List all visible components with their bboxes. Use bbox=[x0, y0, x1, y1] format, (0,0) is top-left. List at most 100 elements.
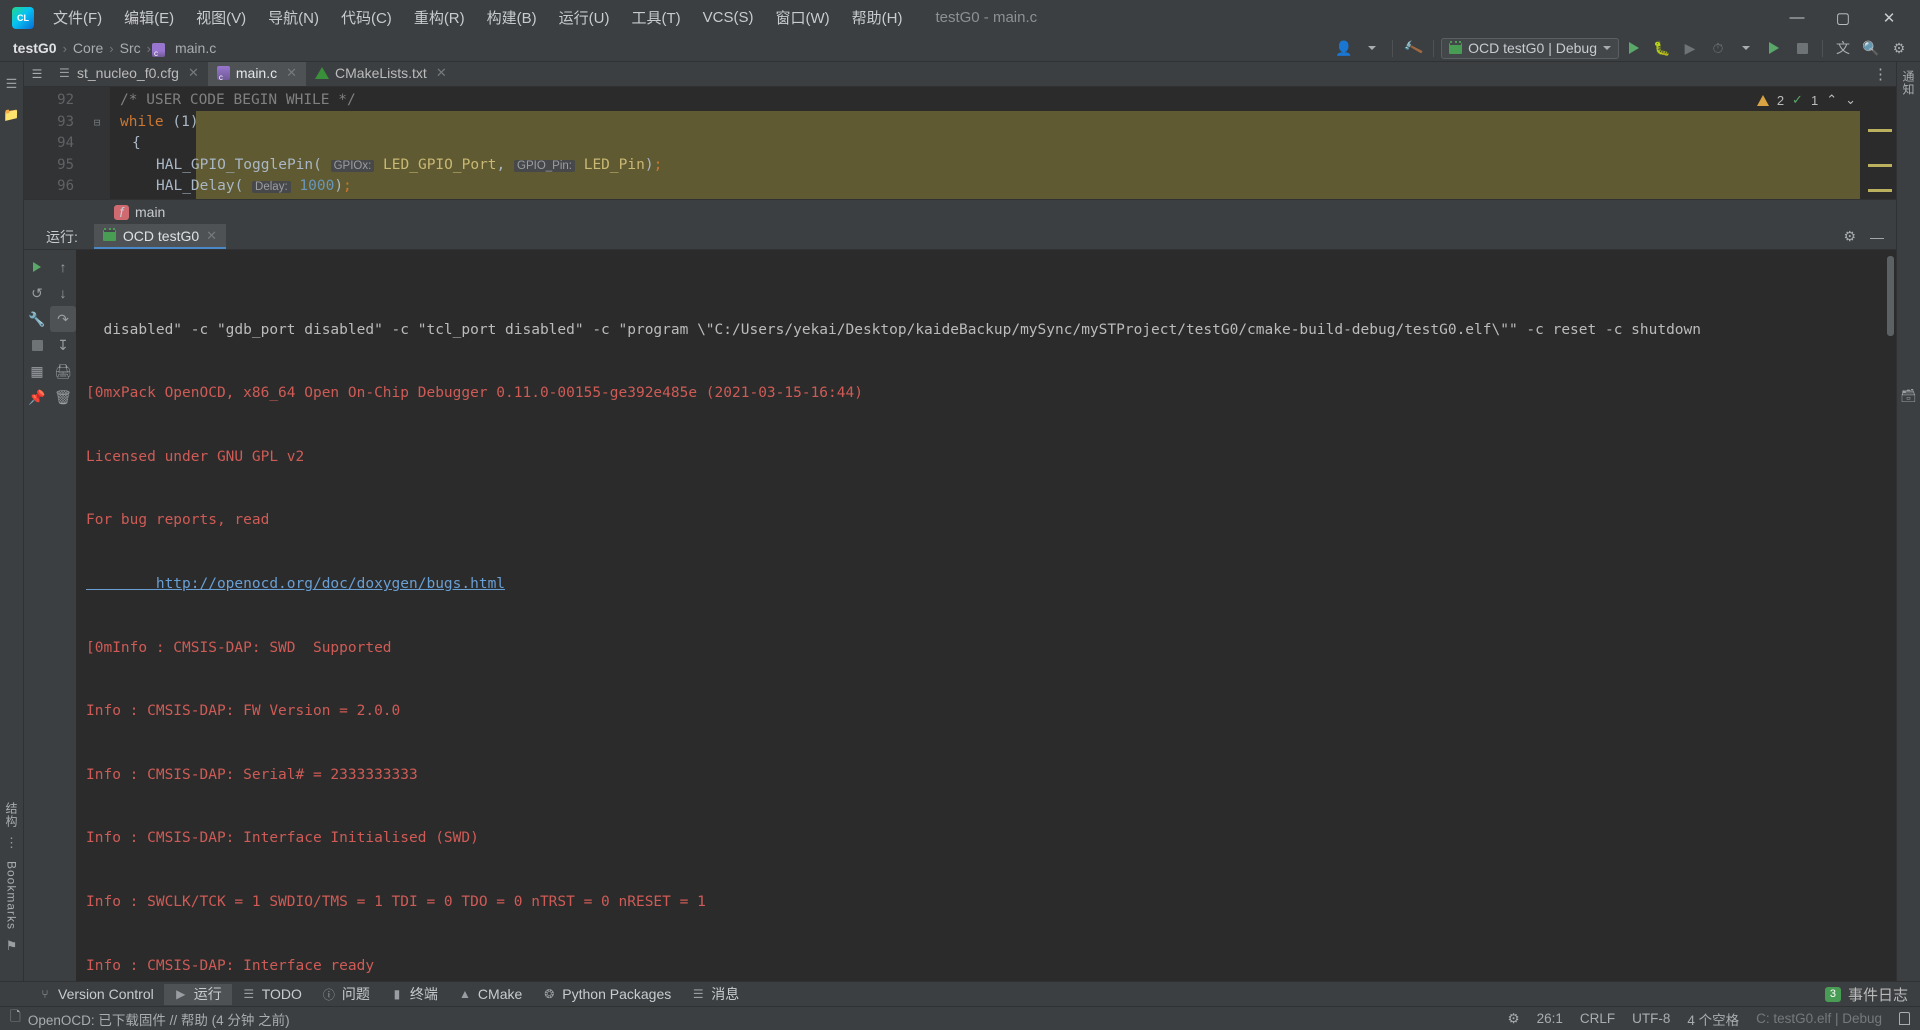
line-separator[interactable]: CRLF bbox=[1580, 1011, 1615, 1026]
run-icon[interactable] bbox=[1621, 37, 1647, 59]
tool-button-terminal[interactable]: ▮ 终端 bbox=[380, 984, 448, 1005]
tab-options-icon[interactable]: ⋮ bbox=[1873, 62, 1896, 86]
editor-tab-st-nucleo[interactable]: ☰ st_nucleo_f0.cfg ✕ bbox=[50, 62, 208, 86]
folder-icon[interactable]: 📁 bbox=[3, 106, 20, 123]
structure-rail-label[interactable]: 结构 bbox=[3, 802, 20, 828]
account-icon[interactable]: 👤 bbox=[1331, 37, 1357, 59]
translate-icon[interactable]: 文 bbox=[1830, 37, 1856, 59]
maximize-button[interactable]: ▢ bbox=[1820, 1, 1866, 35]
scroll-up-icon[interactable]: ↑ bbox=[50, 254, 76, 280]
breadcrumb-function-name[interactable]: main bbox=[135, 204, 165, 220]
menu-view[interactable]: 视图(V) bbox=[185, 3, 257, 32]
menu-tools[interactable]: 工具(T) bbox=[620, 3, 691, 32]
layout-icon[interactable]: ▦ bbox=[24, 358, 50, 384]
bookmarks-icon[interactable]: ⋮ bbox=[3, 835, 20, 852]
breadcrumb-core[interactable]: Core bbox=[68, 39, 108, 57]
run-with-coverage-icon[interactable]: ▶ bbox=[1677, 37, 1703, 59]
bookmark-flag-icon[interactable]: ⚑ bbox=[3, 937, 20, 954]
editor-marker-bar[interactable] bbox=[1860, 87, 1896, 199]
chevron-down-icon[interactable] bbox=[1359, 37, 1385, 59]
tool-button-todo[interactable]: ☰ TODO bbox=[232, 984, 312, 1005]
menu-navigate[interactable]: 导航(N) bbox=[257, 3, 330, 32]
stop-icon[interactable] bbox=[1789, 37, 1815, 59]
soft-wrap-icon[interactable]: ↷ bbox=[50, 306, 76, 332]
close-icon[interactable]: ✕ bbox=[206, 228, 217, 244]
print-icon[interactable]: 🖨 bbox=[50, 358, 76, 384]
editor-tab-cmakelists[interactable]: CMakeLists.txt ✕ bbox=[306, 62, 456, 86]
database-icon[interactable]: 🗃 bbox=[1900, 388, 1917, 405]
menu-build[interactable]: 构建(B) bbox=[476, 3, 548, 32]
close-icon[interactable]: ✕ bbox=[436, 65, 447, 81]
status-message-area[interactable]: 🗋 OpenOCD: 已下载固件 // 帮助 (4 分钟 之前) bbox=[10, 1007, 290, 1030]
menu-window[interactable]: 窗口(W) bbox=[764, 3, 840, 32]
fold-collapse-icon[interactable]: ⊟ bbox=[84, 112, 110, 134]
menu-code[interactable]: 代码(C) bbox=[330, 3, 403, 32]
close-icon[interactable]: ✕ bbox=[286, 65, 297, 81]
trash-icon[interactable]: 🗑 bbox=[50, 384, 76, 410]
tool-button-problems[interactable]: ⓘ 问题 bbox=[312, 984, 380, 1005]
menu-vcs[interactable]: VCS(S) bbox=[692, 5, 765, 30]
breadcrumb-src[interactable]: Src bbox=[115, 39, 146, 57]
console-scrollbar[interactable] bbox=[1887, 256, 1894, 336]
code-folding-gutter[interactable]: ⊟ bbox=[84, 87, 110, 199]
console-output[interactable]: disabled" -c "gdb_port disabled" -c "tcl… bbox=[76, 250, 1896, 981]
prev-problem-icon[interactable]: ⌃ bbox=[1826, 92, 1837, 108]
caret-position[interactable]: 26:1 bbox=[1537, 1011, 1563, 1026]
stop-icon[interactable] bbox=[24, 332, 50, 358]
close-icon[interactable]: ✕ bbox=[188, 65, 199, 81]
editor-tab-main-c[interactable]: main.c ✕ bbox=[208, 62, 306, 86]
notifications-rail-label[interactable]: 通知 bbox=[1900, 70, 1917, 96]
editor-breadcrumb[interactable]: f main bbox=[24, 199, 1896, 224]
build-hammer-icon[interactable]: 🔨 bbox=[1397, 33, 1429, 63]
run-configuration-selector[interactable]: OCD testG0 | Debug bbox=[1441, 38, 1619, 59]
minimize-icon[interactable]: — bbox=[1870, 229, 1884, 245]
minimize-button[interactable]: — bbox=[1774, 1, 1820, 35]
breadcrumb-file[interactable]: main.c bbox=[170, 39, 221, 57]
inspection-widget[interactable]: 2 ✓ 1 ⌃ ⌄ bbox=[1757, 92, 1856, 108]
code-marker[interactable] bbox=[1868, 129, 1892, 132]
pin-icon[interactable]: 📌 bbox=[24, 384, 50, 410]
chevron-down-icon[interactable] bbox=[1733, 37, 1759, 59]
lock-icon[interactable] bbox=[1899, 1012, 1910, 1025]
code-text-area[interactable]: /* USER CODE BEGIN WHILE */ while (1) { … bbox=[110, 87, 1896, 199]
menu-refactor[interactable]: 重构(R) bbox=[403, 3, 476, 32]
tool-button-run[interactable]: ▶ 运行 bbox=[164, 984, 232, 1005]
menu-file[interactable]: 文件(F) bbox=[42, 3, 113, 32]
run-target-status[interactable]: C: testG0.elf | Debug bbox=[1756, 1011, 1882, 1026]
menu-run[interactable]: 运行(U) bbox=[548, 3, 621, 32]
code-marker[interactable] bbox=[1868, 164, 1892, 167]
event-log-area[interactable]: 3 事件日志 bbox=[1825, 984, 1920, 1005]
console-link[interactable]: http://openocd.org/doc/doxygen/bugs.html bbox=[86, 574, 1896, 595]
next-problem-icon[interactable]: ⌄ bbox=[1845, 92, 1856, 108]
bookmarks-rail-label[interactable]: Bookmarks bbox=[5, 861, 19, 930]
indent-setting[interactable]: 4 个空格 bbox=[1687, 1009, 1739, 1029]
rerun-failed-icon[interactable]: ↺ bbox=[24, 280, 50, 306]
scroll-down-icon[interactable]: ↓ bbox=[50, 280, 76, 306]
code-marker[interactable] bbox=[1868, 189, 1892, 192]
inspections-icon[interactable]: ⚙ bbox=[1508, 1011, 1520, 1027]
breadcrumb-project[interactable]: testG0 bbox=[8, 39, 62, 57]
settings-gear-icon[interactable]: ⚙ bbox=[1843, 228, 1856, 245]
settings-gear-icon[interactable]: ⚙ bbox=[1886, 37, 1912, 59]
tool-button-version-control[interactable]: ⑂ Version Control bbox=[28, 984, 164, 1005]
tool-button-messages[interactable]: ☰ 消息 bbox=[681, 984, 749, 1005]
debug-icon[interactable]: 🐛 bbox=[1649, 37, 1675, 59]
status-message[interactable]: OpenOCD: 已下载固件 // 帮助 (4 分钟 之前) bbox=[28, 1009, 290, 1029]
close-button[interactable]: ✕ bbox=[1866, 1, 1912, 35]
code-editor[interactable]: 92 93 94 95 96 97 ⊟ /* USER CODE BEGIN W… bbox=[24, 87, 1896, 199]
attach-to-process-icon[interactable] bbox=[1761, 37, 1787, 59]
menu-edit[interactable]: 编辑(E) bbox=[113, 3, 185, 32]
search-everywhere-icon[interactable]: 🔍 bbox=[1858, 37, 1884, 59]
scroll-to-end-icon[interactable]: ↧ bbox=[50, 332, 76, 358]
profiler-icon[interactable]: ⏱ bbox=[1705, 37, 1731, 59]
tool-button-cmake[interactable]: ▲ CMake bbox=[448, 984, 532, 1005]
project-tool-icon[interactable]: ☰ bbox=[3, 75, 20, 92]
file-encoding[interactable]: UTF-8 bbox=[1632, 1011, 1670, 1026]
event-log-label[interactable]: 事件日志 bbox=[1848, 984, 1908, 1005]
wrench-icon[interactable]: 🔧 bbox=[24, 306, 50, 332]
rerun-icon[interactable] bbox=[24, 254, 50, 280]
tool-button-python-packages[interactable]: ❂ Python Packages bbox=[532, 984, 681, 1005]
run-tab-ocd-testg0[interactable]: OCD testG0 ✕ bbox=[94, 224, 226, 249]
menu-help[interactable]: 帮助(H) bbox=[841, 3, 914, 32]
tabs-list-icon[interactable]: ☰ bbox=[24, 62, 50, 86]
